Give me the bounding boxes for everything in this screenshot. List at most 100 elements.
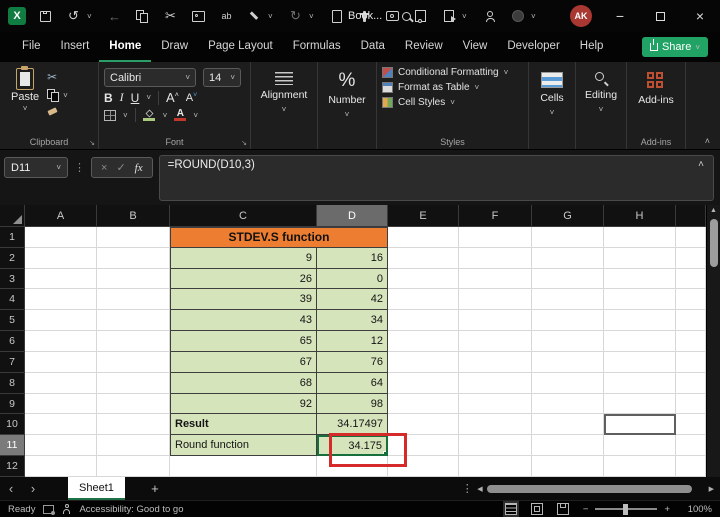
cell-e8[interactable] [388,373,459,394]
tab-help[interactable]: Help [570,32,614,62]
cell-e5[interactable] [388,310,459,331]
row-header-4[interactable]: 4 [0,289,25,310]
column-header-h[interactable]: H [604,205,676,227]
tab-formulas[interactable]: Formulas [283,32,351,62]
undo-icon[interactable]: ↺ [65,8,82,25]
row-header-2[interactable]: 2 [0,248,25,269]
cell-b10[interactable] [97,414,170,435]
fill-color-button[interactable] [143,110,156,121]
cell-c10-result-label[interactable]: Result [170,414,317,435]
borders-dropdown-icon[interactable]: ˅ [123,111,128,120]
cut-button[interactable]: ✂ [47,70,68,84]
save-icon[interactable] [37,8,54,25]
cell-f7[interactable] [459,352,532,373]
cell-i4[interactable] [676,289,706,310]
accessibility-status[interactable]: Accessibility: Good to go [79,504,183,515]
cell-b1[interactable] [97,227,170,248]
zoom-slider-thumb[interactable] [623,504,628,515]
borders-icon[interactable] [104,110,116,121]
zoom-level[interactable]: 100% [684,504,712,515]
cell-h11[interactable] [604,435,676,456]
tab-draw[interactable]: Draw [151,32,198,62]
cell-h5[interactable] [604,310,676,331]
column-header-f[interactable]: F [459,205,532,227]
copy-button[interactable]: ˅ [47,89,68,102]
column-header-b[interactable]: B [97,205,170,227]
tab-view[interactable]: View [453,32,498,62]
cell-h7[interactable] [604,352,676,373]
cell-g10[interactable] [532,414,604,435]
record-icon[interactable] [509,8,526,25]
normal-view-button[interactable] [505,503,517,515]
cell-i9[interactable] [676,394,706,415]
column-header-a[interactable]: A [25,205,97,227]
cell-c1-d1-merged[interactable]: STDEV.S function [170,227,388,248]
find-replace-icon[interactable]: ab [218,8,235,25]
cell-g12[interactable] [532,456,604,477]
cell-b4[interactable] [97,289,170,310]
font-name-select[interactable]: Calibri˅ [104,68,196,87]
cell-e9[interactable] [388,394,459,415]
cell-b5[interactable] [97,310,170,331]
cell-g9[interactable] [532,394,604,415]
cell-e2[interactable] [388,248,459,269]
cell-f6[interactable] [459,331,532,352]
cell-b8[interactable] [97,373,170,394]
row-header-6[interactable]: 6 [0,331,25,352]
cell-h10-bordered[interactable] [604,414,676,435]
new-document-icon[interactable] [328,8,345,25]
underline-button[interactable]: U [131,91,140,105]
cell-f2[interactable] [459,248,532,269]
cell-i12[interactable] [676,456,706,477]
cell-e7[interactable] [388,352,459,373]
cell-e6[interactable] [388,331,459,352]
cell-h3[interactable] [604,269,676,290]
cell-h6[interactable] [604,331,676,352]
cell-h4[interactable] [604,289,676,310]
collapse-formula-bar-icon[interactable]: ˄ [698,159,704,170]
column-header-d[interactable]: D [317,205,388,227]
cancel-button[interactable]: × [101,162,107,174]
cell-c6[interactable]: 65 [170,331,317,352]
row-header-7[interactable]: 7 [0,352,25,373]
zoom-slider[interactable] [595,508,657,510]
cell-i11[interactable] [676,435,706,456]
select-all-button[interactable] [0,205,25,227]
cell-a8[interactable] [25,373,97,394]
addins-button[interactable]: Add-ins [632,68,680,106]
cell-a1[interactable] [25,227,97,248]
cell-e3[interactable] [388,269,459,290]
cell-c11-round-label[interactable]: Round function [170,435,317,456]
column-header-partial[interactable] [676,205,706,227]
cell-a2[interactable] [25,248,97,269]
copy-icon[interactable] [134,8,151,25]
cell-c4[interactable]: 39 [170,289,317,310]
cell-a9[interactable] [25,394,97,415]
cell-c9[interactable]: 92 [170,394,317,415]
cell-b6[interactable] [97,331,170,352]
previous-sheet-icon[interactable]: ‹ [0,481,22,496]
tab-data[interactable]: Data [351,32,395,62]
scroll-right-icon[interactable]: ▶ [709,485,714,493]
cell-f9[interactable] [459,394,532,415]
tab-home[interactable]: Home [99,32,151,62]
cell-g1[interactable] [532,227,604,248]
cell-c8[interactable]: 68 [170,373,317,394]
tab-file[interactable]: File [12,32,51,62]
share-button[interactable]: Share ˅ [642,37,708,57]
cell-a10[interactable] [25,414,97,435]
row-header-11[interactable]: 11 [0,435,25,456]
vertical-scrollbar[interactable]: ▲ [706,205,720,477]
search-icon[interactable] [398,8,415,25]
number-button[interactable]: % Number ˅ [323,68,371,119]
cell-b9[interactable] [97,394,170,415]
add-sheet-button[interactable]: + [145,481,165,496]
cell-a12[interactable] [25,456,97,477]
scroll-left-icon[interactable]: ◀ [477,485,482,493]
cell-i7[interactable] [676,352,706,373]
row-header-1[interactable]: 1 [0,227,25,248]
cell-i5[interactable] [676,310,706,331]
cell-g7[interactable] [532,352,604,373]
paste-button[interactable]: Paste ˅ [5,68,39,135]
cell-h1[interactable] [604,227,676,248]
